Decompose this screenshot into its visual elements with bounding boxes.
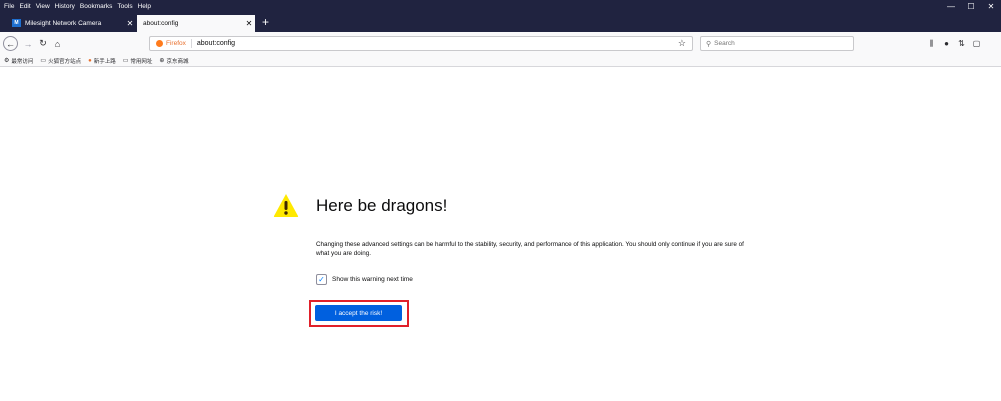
bookmark-most-visited[interactable]: ⚙ 最常访问: [4, 57, 33, 65]
identity-label: Firefox: [166, 40, 186, 47]
close-window-button[interactable]: ✕: [981, 0, 1001, 13]
maximize-button[interactable]: ☐: [961, 0, 981, 13]
tab-title: about:config: [143, 20, 179, 27]
close-tab-icon[interactable]: ✕: [124, 19, 136, 28]
menu-file[interactable]: File: [0, 0, 17, 13]
firefox-icon: ●: [88, 57, 92, 64]
new-tab-plus-icon[interactable]: +: [262, 14, 269, 30]
search-icon: ⚲: [706, 40, 712, 48]
back-arrow-icon[interactable]: ←: [3, 36, 18, 51]
page-content: [0, 68, 1001, 401]
warning-description: Changing these advanced settings can be …: [316, 241, 744, 257]
gear-icon: ⚙: [4, 58, 10, 64]
bookmark-star-icon[interactable]: ☆: [678, 38, 686, 49]
bookmark-label: 常用网址: [130, 58, 153, 65]
bookmarks-toolbar: ⚙ 最常访问 ▭ 火狐官方站点 ● 新手上路 ▭ 常用网址 ⊕ 京东商城: [0, 55, 1001, 67]
url-separator: [190, 39, 192, 48]
toolbar-icons: ⫼ ● ⇅ ▢: [924, 36, 984, 51]
milesight-favicon-icon: M: [12, 19, 21, 27]
menu-bookmarks[interactable]: Bookmarks: [77, 0, 115, 13]
menu-view[interactable]: View: [33, 0, 52, 13]
library-icon[interactable]: ⫼: [924, 39, 939, 49]
menu-edit[interactable]: Edit: [17, 0, 33, 13]
tab-milesight[interactable]: M Milesight Network Camera ✕: [10, 15, 136, 31]
show-warning-checkbox[interactable]: ✓: [316, 274, 327, 285]
bookmark-getting-started[interactable]: ● 新手上路: [88, 57, 116, 65]
chat-bubble-icon[interactable]: ●: [939, 39, 954, 48]
bookmark-label: 京东商城: [166, 58, 189, 65]
reload-icon[interactable]: ↻: [37, 36, 49, 51]
window-controls: — ☐ ✕: [941, 0, 1001, 13]
menu-bar: File Edit View History Bookmarks Tools H…: [0, 0, 1001, 13]
firefox-identity-icon: [156, 40, 163, 47]
tab-strip: M Milesight Network Camera ✕ about:confi…: [0, 13, 1001, 32]
page-title: Here be dragons!: [316, 196, 448, 215]
globe-icon: ⊕: [159, 58, 165, 64]
menu-tools[interactable]: Tools: [115, 0, 135, 13]
tab-about-config[interactable]: about:config ✕: [137, 15, 255, 32]
warning-checkbox-row[interactable]: ✓ Show this warning next time: [316, 274, 413, 285]
checkbox-label: Show this warning next time: [332, 276, 413, 283]
warning-icon: [273, 194, 299, 217]
sync-icon[interactable]: ⇅: [954, 39, 969, 48]
url-bar[interactable]: Firefox about:config ☆: [149, 36, 693, 51]
folder-icon: ▭: [40, 58, 47, 64]
bookmark-jd-mall[interactable]: ⊕ 京东商城: [159, 57, 188, 65]
navigation-toolbar: ← → ↻ ⌂ Firefox about:config ☆ ⚲ ⫼ ● ⇅ ▢: [0, 32, 1001, 55]
bookmark-common-sites[interactable]: ▭ 常用网址: [123, 57, 153, 65]
bookmark-firefox-official[interactable]: ▭ 火狐官方站点: [40, 57, 81, 65]
sidebar-icon[interactable]: ▢: [969, 39, 984, 48]
bookmark-label: 火狐官方站点: [48, 58, 82, 65]
search-bar[interactable]: ⚲: [700, 36, 854, 51]
close-tab-icon[interactable]: ✕: [243, 19, 255, 28]
tab-title: Milesight Network Camera: [25, 19, 102, 27]
forward-arrow-icon[interactable]: →: [22, 36, 34, 51]
bookmark-label: 最常访问: [11, 58, 34, 65]
menu-history[interactable]: History: [52, 0, 77, 13]
search-input[interactable]: [714, 40, 835, 47]
accept-risk-button[interactable]: I accept the risk!: [315, 305, 402, 321]
bookmark-label: 新手上路: [93, 58, 116, 65]
url-text[interactable]: about:config: [197, 40, 235, 47]
minimize-button[interactable]: —: [941, 0, 961, 13]
home-icon[interactable]: ⌂: [51, 36, 64, 51]
menu-help[interactable]: Help: [135, 0, 153, 13]
folder-icon: ▭: [122, 58, 129, 64]
